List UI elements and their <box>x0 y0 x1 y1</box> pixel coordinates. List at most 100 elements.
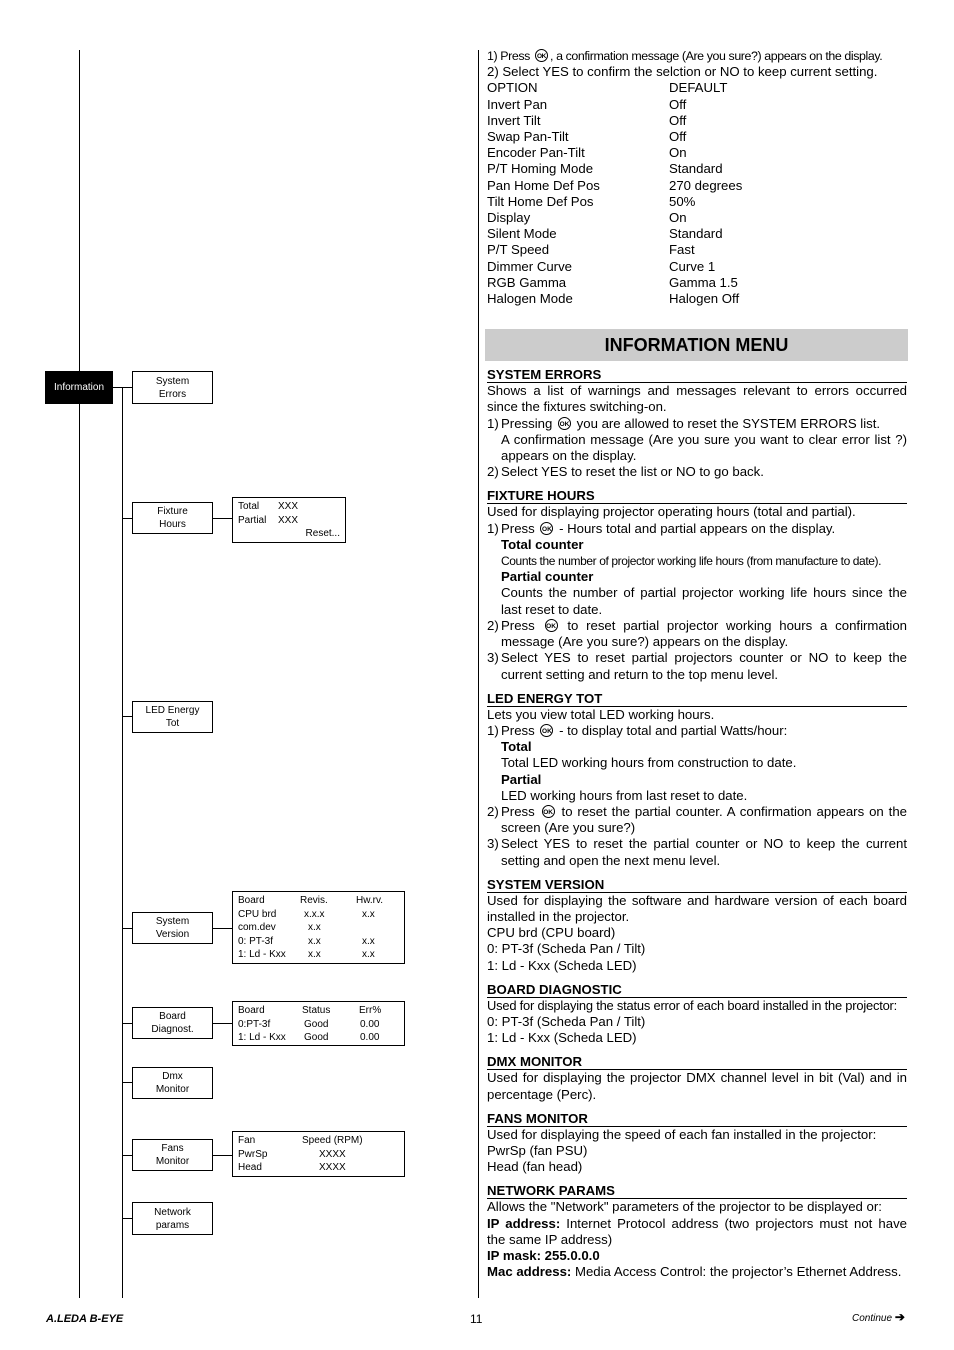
option-name: Pan Home Def Pos <box>487 177 600 193</box>
subheading-desc: Counts the number of projector working l… <box>501 554 882 569</box>
text: Press <box>501 722 535 738</box>
display-cell: 0.00 <box>360 1032 380 1043</box>
display-cell: com.dev <box>238 922 276 933</box>
option-name: Dimmer Curve <box>487 258 572 274</box>
section-desc: Used for displaying the status error of … <box>487 997 898 1013</box>
ok-button-icon: OK <box>540 723 554 737</box>
option-default: 50% <box>669 193 696 209</box>
text: 1) Press <box>487 49 530 63</box>
display-cell: 0: PT-3f <box>238 935 274 947</box>
option-default: Gamma 1.5 <box>669 274 738 290</box>
arrow-right-icon: ➔ <box>894 1310 905 1324</box>
text: you are allowed to reset the SYSTEM ERRO… <box>576 415 881 431</box>
step-text: Select YES to reset the partial counter … <box>501 836 907 868</box>
display-cell: Good <box>304 1032 329 1043</box>
text-column: 1) Press OK , a confirmation message (Are… <box>485 48 908 1280</box>
option-name: P/T Homing Mode <box>487 161 594 177</box>
display-row: CPU brd x.x.x x.x <box>238 908 399 922</box>
node-label-line: Monitor <box>155 1156 190 1167</box>
options-table: OPTION DEFAULT Invert Pan Off Invert Tilt O… <box>487 80 907 307</box>
node-label-line: Version <box>155 929 190 940</box>
display-row: Fan Speed (RPM) <box>238 1134 399 1148</box>
header-default: DEFAULT <box>669 80 728 96</box>
text: to reset the partial counter. A confirma… <box>501 803 907 836</box>
option-name: P/T Speed <box>487 242 550 258</box>
node-label-line: Errors <box>158 388 187 400</box>
display-cell: XXXX <box>319 1162 346 1173</box>
step-number: 3) <box>487 650 499 666</box>
node-label-line: Monitor <box>155 1084 190 1095</box>
display-cell: XXXX <box>319 1148 346 1160</box>
continue-label: Continue <box>852 1313 893 1324</box>
step-number: 1) <box>487 722 499 738</box>
section-title-network-params: NETWORK PARAMS <box>487 1183 907 1200</box>
node-label-line: System <box>155 916 190 927</box>
option-name: Encoder Pan-Tilt <box>487 145 585 161</box>
subheading: Total counter <box>501 536 584 552</box>
connector <box>122 1155 132 1156</box>
column-divider <box>478 50 479 1298</box>
text: , a confirmation message (Are you sure?)… <box>549 49 883 63</box>
display-cell: 0:PT-3f <box>238 1018 271 1030</box>
menu-node-fixture-hours: Fixture Hours <box>132 502 213 534</box>
display-cell: PwrSp <box>238 1148 268 1160</box>
mac-address-label: Mac address: <box>487 1264 572 1280</box>
ok-button-icon: OK <box>540 521 554 535</box>
step: 3) Select YES to reset the partial counte… <box>487 836 907 868</box>
section-title-dmx-monitor: DMX MONITOR <box>487 1054 907 1071</box>
ok-button-icon: OK <box>541 804 555 818</box>
section-line: PwrSp (fan PSU) <box>487 1142 588 1158</box>
display-cell: Err% <box>359 1005 382 1016</box>
section-line: 1: Ld - Kxx (Scheda LED) <box>487 957 637 973</box>
footer-brand: A.LEDA B-EYE <box>46 1313 124 1325</box>
connector <box>122 1082 132 1083</box>
section-banner: INFORMATION MENU <box>485 329 908 362</box>
tree-main-line <box>79 50 80 1298</box>
display-row: Board Status Err% <box>238 1004 399 1018</box>
display-cell: XXX <box>278 514 299 526</box>
option-default: Halogen Off <box>669 291 740 307</box>
step-number: 2) <box>487 617 499 633</box>
step-text: Press OK to reset the partial counter. A… <box>501 804 907 836</box>
subheading-desc: Counts the number of partial projector w… <box>501 585 907 617</box>
intro-step-1: 1) Press OK, a confirmation message (Are… <box>487 48 907 64</box>
section-title-fixture-hours: FIXTURE HOURS <box>487 488 907 505</box>
subheading: Total <box>501 739 532 755</box>
display-cell: Total <box>238 501 260 512</box>
node-label-line: Network <box>154 1206 191 1218</box>
connector <box>122 716 132 717</box>
section-desc: Used for displaying the projector DMX ch… <box>487 1070 907 1102</box>
mac-address-line: Mac address: Media Access Control: the p… <box>487 1264 907 1280</box>
step-text: Press OK - to display total and partial … <box>501 723 907 739</box>
section-desc: Used for displaying the speed of each fa… <box>487 1126 877 1142</box>
section-title-board-diagnostic: BOARD DIAGNOSTIC <box>487 982 907 998</box>
option-default: Off <box>669 129 687 145</box>
node-label-line: Fans <box>161 1143 184 1154</box>
display-cell: 1: Ld - Kxx <box>238 949 286 960</box>
section-line: Head (fan head) <box>487 1159 583 1175</box>
node-label-line: LED Energy <box>145 705 200 716</box>
step-text: Press OK - Hours total and partial appea… <box>501 521 907 537</box>
subheading-desc: LED working hours from last reset to dat… <box>501 787 748 803</box>
menu-node-fans-monitor: Fans Monitor <box>132 1139 213 1171</box>
menu-node-system-version: System Version <box>132 912 213 944</box>
banner-title: INFORMATION MENU <box>604 335 789 356</box>
display-row: 1: Ld - Kxx Good 0.00 <box>238 1031 399 1045</box>
section-line: CPU brd (CPU board) <box>487 925 616 941</box>
step-text: Press OK to reset partial projector work… <box>501 618 907 650</box>
display-cell: Head <box>238 1162 262 1173</box>
continue-link[interactable]: Continue ➔ <box>852 1310 905 1324</box>
step-text: Pressing OK you are allowed to reset the… <box>501 416 907 432</box>
information-label: Information <box>53 382 105 393</box>
connector <box>113 387 132 388</box>
text: Press <box>501 803 535 819</box>
menu-node-board-diagnostic: Board Diagnost. <box>132 1007 213 1039</box>
display-cell: 0.00 <box>360 1018 380 1030</box>
display-row: 0:PT-3f Good 0.00 <box>238 1018 399 1032</box>
node-label-line: params <box>155 1219 190 1231</box>
display-fans-monitor: Fan Speed (RPM) PwrSp XXXX Head XXXX <box>232 1131 405 1177</box>
text: Press <box>501 520 535 536</box>
menu-node-system-errors: System Errors <box>132 371 213 404</box>
option-name: Invert Tilt <box>487 112 541 128</box>
node-label-line: Dmx <box>162 1071 183 1082</box>
